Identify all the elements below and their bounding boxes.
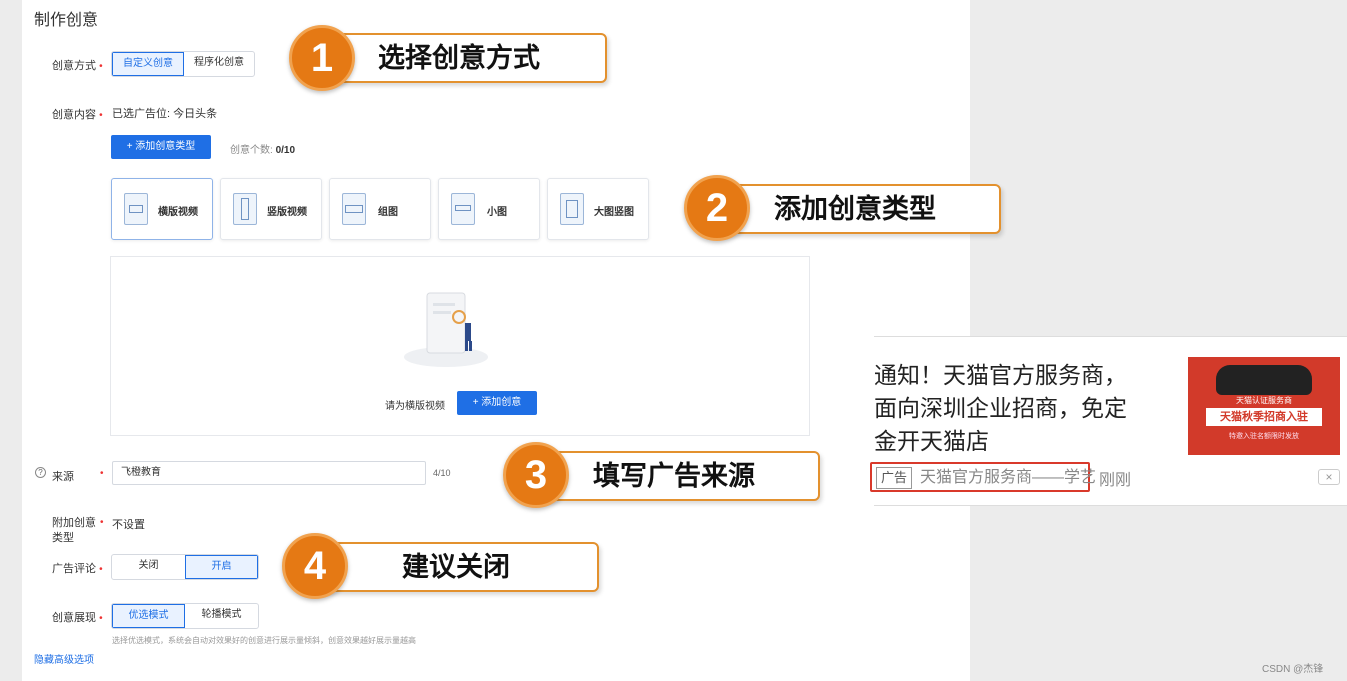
content-value: 已选广告位: 今日头条 [112,108,218,120]
callout-badge-2: 2 [684,175,750,241]
ad-tag: 广告 [876,467,913,489]
mode-option-programmatic[interactable]: 程序化创意 [184,52,254,76]
ad-headline: 通知！天猫官方服务商， 面向深圳企业招商，免定 金开天猫店 [874,362,1127,454]
type-card-small-image[interactable]: 小图 [438,178,540,240]
callout-badge-1: 1 [289,25,355,91]
display-label: 创意展现 • [52,612,103,624]
ad-source-name: 天猫官方服务商——学艺 [920,469,1097,486]
add-creative-button[interactable]: + 添加创意 [457,391,537,415]
ad-banner-image: 天猫认证服务商 天猫秋季招商入驻 特邀入驻名额限时发放 [1188,357,1340,455]
ad-preview-card: 通知！天猫官方服务商， 面向深圳企业招商，免定 金开天猫店 天猫认证服务商 天猫… [870,336,1347,506]
vertical-video-icon [233,193,257,225]
horizontal-video-icon [124,193,148,225]
content-label: 创意内容 • [52,109,103,121]
creative-count: 创意个数: 0/10 [230,145,296,156]
mode-segmented: 自定义创意 程序化创意 [111,51,255,77]
source-label: 来源 [52,471,74,483]
callout-3: 填写广告来源 [537,451,820,501]
ad-source-highlight: 广告 天猫官方服务商——学艺 [870,462,1096,492]
callout-badge-3: 3 [503,442,569,508]
extra-value: 不设置 [112,519,145,531]
add-creative-type-button[interactable]: + 添加创意类型 [111,135,211,159]
type-card-large-vertical-image[interactable]: 大图竖图 [547,178,649,240]
ad-time: 刚刚 [1099,472,1132,489]
hide-advanced-link[interactable]: 隐藏高级选项 [34,651,94,666]
callout-2: 添加创意类型 [718,184,1001,234]
creative-empty-state: 请为横版视频 + 添加创意 [110,256,810,436]
display-description: 选择优选模式，系统会自动对效果好的创意进行展示量倾斜，创意效果越好展示量越高 [112,636,416,645]
source-required-mark: • [100,468,104,479]
extra-required-mark: • [100,517,104,528]
ad-close-icon[interactable]: × [1318,469,1340,485]
extra-label: 附加创意 类型 [52,517,96,544]
callout-badge-4: 4 [282,533,348,599]
help-icon[interactable]: ? [35,467,46,478]
mode-label: 创意方式 • [52,60,103,72]
type-card-group-image[interactable]: 组图 [329,178,431,240]
comments-label: 广告评论 • [52,563,103,575]
display-option-rotation[interactable]: 轮播模式 [185,604,258,628]
ad-banner-headline: 天猫秋季招商入驻 [1206,408,1322,426]
type-card-vertical-video[interactable]: 竖版视频 [220,178,322,240]
page-title: 制作创意 [34,12,99,29]
empty-document-illustration [404,292,488,367]
empty-hint: 请为横版视频 [385,401,445,412]
small-image-icon [451,193,475,225]
comments-segmented: 关闭 开启 [111,554,259,580]
mode-option-custom[interactable]: 自定义创意 [112,52,184,76]
watermark: CSDN @杰锋 [1262,664,1324,675]
group-image-icon [342,193,366,225]
display-option-optimized[interactable]: 优选模式 [112,604,185,628]
callout-4: 建议关闭 [316,542,599,592]
display-segmented: 优选模式 轮播模式 [111,603,259,629]
callout-1: 选择创意方式 [322,33,607,83]
source-input[interactable]: 飞橙教育 [112,461,426,485]
comments-option-off[interactable]: 关闭 [112,555,185,579]
large-vertical-image-icon [560,193,584,225]
tmall-cat-logo [1216,365,1312,395]
type-card-horizontal-video[interactable]: 横版视频 [111,178,213,240]
comments-option-on[interactable]: 开启 [185,555,258,579]
source-counter: 4/10 [433,468,451,478]
